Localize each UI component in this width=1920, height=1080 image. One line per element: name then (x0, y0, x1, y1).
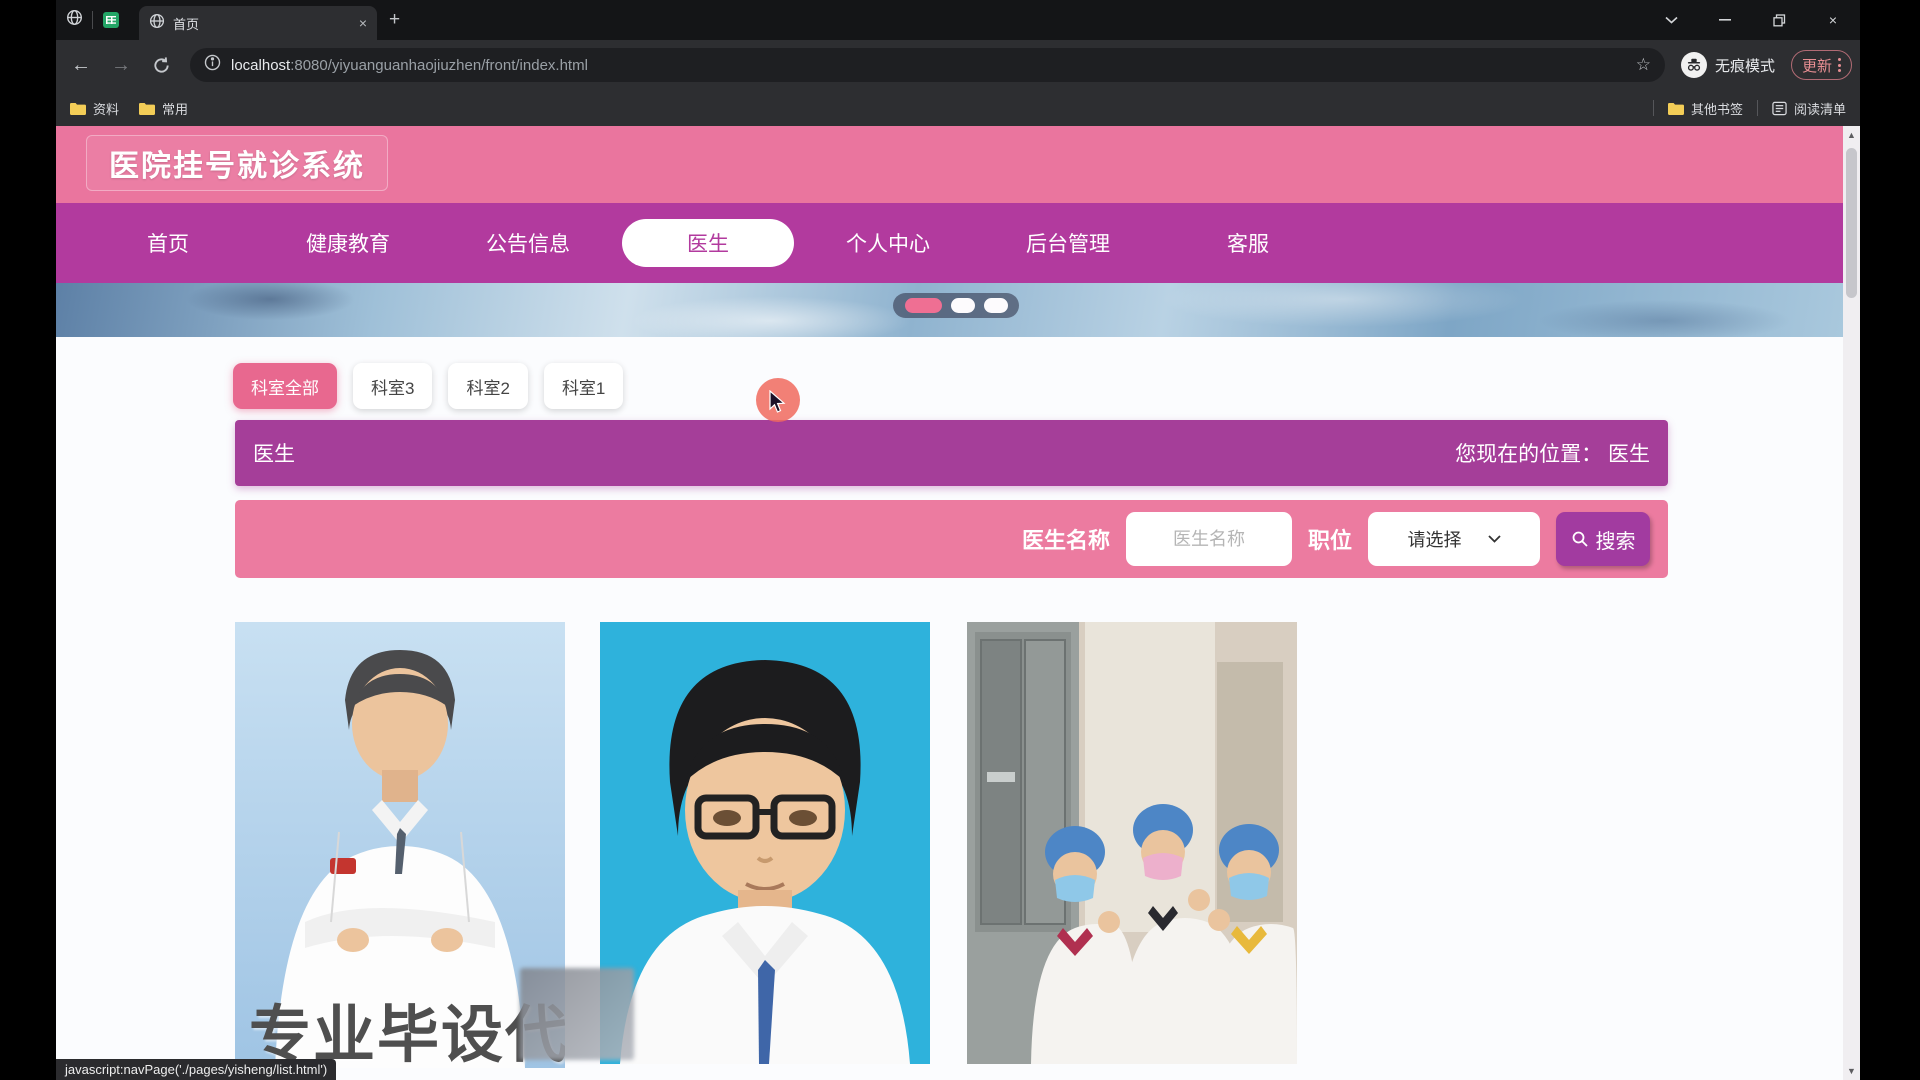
status-bar: javascript:navPage('./pages/yisheng/list… (56, 1059, 336, 1080)
back-icon[interactable]: ← (64, 48, 98, 82)
scrollbar-thumb[interactable] (1846, 148, 1857, 298)
chevron-down-icon (1488, 535, 1501, 543)
pinned-tab-1[interactable] (56, 3, 92, 37)
filter-department-1[interactable]: 科室1 (544, 363, 623, 409)
other-bookmarks-button[interactable]: 其他书签 (1662, 99, 1749, 118)
filter-department-3[interactable]: 科室3 (353, 363, 432, 409)
site-title: 医院挂号就诊系统 (86, 135, 388, 191)
doctor-name-input[interactable] (1126, 512, 1292, 566)
doctor-card-2[interactable] (600, 622, 930, 1064)
doctor-name-label: 医生名称 (1022, 523, 1110, 555)
tab-title: 首页 (173, 14, 351, 33)
tab-close-icon[interactable]: × (359, 15, 367, 31)
active-tab[interactable]: 首页 × (139, 6, 377, 40)
incognito-label: 无痕模式 (1715, 55, 1775, 76)
mouse-cursor (756, 378, 800, 422)
tab-favicon-globe-icon (149, 13, 165, 34)
bookmark-folder-changyong[interactable]: 常用 (133, 99, 194, 118)
nav-item-home[interactable]: 首页 (78, 219, 258, 267)
pinned-tab-2[interactable] (93, 3, 129, 37)
scroll-up-icon[interactable]: ▲ (1847, 126, 1856, 144)
nav-item-admin[interactable]: 后台管理 (978, 219, 1158, 267)
web-page: 医院挂号就诊系统 首页 健康教育 公告信息 医生 个人中心 后台管理 客服 科室 (56, 126, 1843, 1080)
info-icon[interactable] (204, 54, 221, 76)
bookmarks-bar: 资料 常用 其他书签 阅读清单 (56, 90, 1860, 126)
watermark-text: 专业毕设代 (249, 984, 565, 1068)
search-button-label: 搜索 (1596, 525, 1636, 554)
new-tab-button[interactable]: + (389, 9, 400, 31)
folder-icon (1668, 102, 1684, 115)
section-title: 医生 (253, 438, 295, 468)
hero-banner (56, 283, 1843, 337)
filter-all-departments[interactable]: 科室全部 (233, 363, 337, 409)
browser-toolbar: ← → localhost:8080/yiyuanguanhaojiuzhen/… (56, 40, 1860, 90)
folder-icon (70, 102, 86, 115)
reading-list-label: 阅读清单 (1794, 99, 1846, 118)
restore-button[interactable] (1752, 0, 1806, 40)
update-label: 更新 (1802, 55, 1832, 76)
cursor-arrow-icon (768, 390, 790, 414)
carousel-indicators (893, 293, 1019, 318)
nav-item-announcements[interactable]: 公告信息 (438, 219, 618, 267)
reading-list-button[interactable]: 阅读清单 (1766, 99, 1852, 118)
section-title-bar: 医生 您现在的位置： 医生 (235, 420, 1668, 486)
update-button[interactable]: 更新 (1791, 50, 1852, 80)
nurses-photo (967, 622, 1297, 1064)
reading-list-icon (1772, 101, 1787, 116)
screen: 首页 × + × ← → (0, 0, 1920, 1080)
reload-icon[interactable] (144, 48, 178, 82)
incognito-icon (1681, 52, 1707, 78)
globe-icon (66, 9, 83, 31)
search-bar: 医生名称 职位 请选择 搜索 (235, 500, 1668, 578)
bookmarks-separator (1653, 100, 1654, 116)
position-select[interactable]: 请选择 (1368, 512, 1540, 566)
close-window-button[interactable]: × (1806, 0, 1860, 40)
carousel-dot-active[interactable] (905, 298, 942, 313)
bookmark-label: 常用 (162, 99, 188, 118)
tab-strip: 首页 × + × (56, 0, 1860, 40)
bookmark-folder-ziliao[interactable]: 资料 (64, 99, 125, 118)
sheets-icon (103, 12, 119, 28)
bookmark-star-icon[interactable]: ☆ (1636, 55, 1651, 75)
nav-item-personal-center[interactable]: 个人中心 (798, 219, 978, 267)
nav-item-customer-service[interactable]: 客服 (1158, 219, 1338, 267)
folder-icon (139, 102, 155, 115)
address-bar[interactable]: localhost:8080/yiyuanguanhaojiuzhen/fron… (190, 48, 1665, 82)
window-controls: × (1644, 0, 1860, 40)
nav-item-health-education[interactable]: 健康教育 (258, 219, 438, 267)
bookmark-label: 资料 (93, 99, 119, 118)
other-bookmarks-label: 其他书签 (1691, 99, 1743, 118)
position-select-value: 请选择 (1408, 526, 1462, 552)
search-button[interactable]: 搜索 (1556, 512, 1650, 566)
search-icon (1571, 530, 1589, 548)
status-bar-link-text: javascript:navPage('./pages/yisheng/list… (65, 1062, 327, 1077)
carousel-dot[interactable] (984, 298, 1008, 313)
nurses-card[interactable] (967, 622, 1297, 1064)
url-text: localhost:8080/yiyuanguanhaojiuzhen/fron… (231, 57, 588, 74)
breadcrumb: 您现在的位置： 医生 (1455, 438, 1650, 468)
blur-patch (520, 968, 634, 1060)
filter-department-2[interactable]: 科室2 (448, 363, 527, 409)
carousel-dot[interactable] (951, 298, 975, 313)
nav-item-doctors[interactable]: 医生 (622, 219, 794, 267)
main-nav: 首页 健康教育 公告信息 医生 个人中心 后台管理 客服 (56, 203, 1843, 283)
site-header: 医院挂号就诊系统 (56, 126, 1843, 203)
position-label: 职位 (1308, 523, 1352, 555)
minimize-button[interactable] (1698, 0, 1752, 40)
department-filter: 科室全部 科室3 科室2 科室1 (233, 363, 623, 409)
doctor-photo-young (600, 622, 930, 1064)
chevron-down-icon[interactable] (1644, 0, 1698, 40)
incognito-badge: 无痕模式 (1681, 52, 1775, 78)
bookmarks-separator (1757, 100, 1758, 116)
scroll-down-icon[interactable]: ▼ (1847, 1062, 1856, 1080)
doctor-card-1[interactable]: 专业毕设代 (235, 622, 565, 1068)
browser-window: 首页 × + × ← → (56, 0, 1860, 1080)
page-scrollbar[interactable]: ▲ ▼ (1843, 126, 1860, 1080)
menu-kebab-icon[interactable] (1838, 58, 1841, 72)
forward-icon[interactable]: → (104, 48, 138, 82)
